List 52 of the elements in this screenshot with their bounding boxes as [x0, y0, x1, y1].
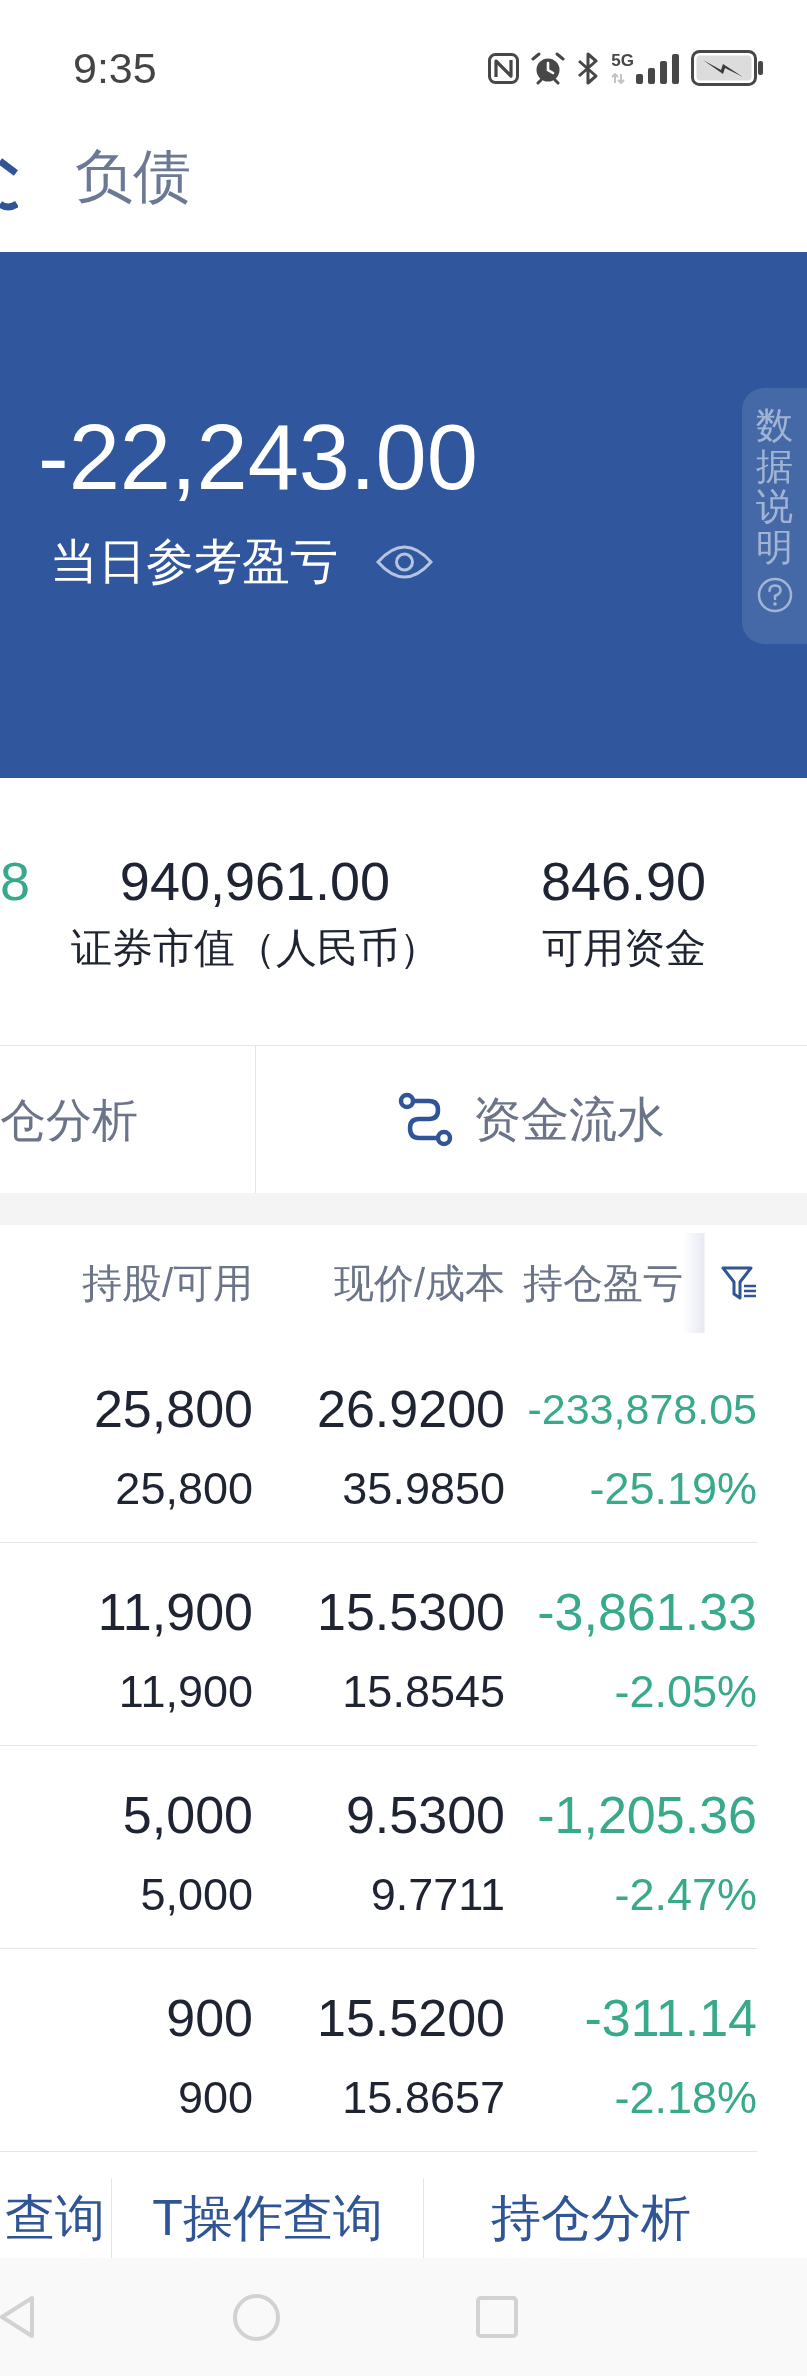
pnl-percent: -25.19%: [589, 1466, 757, 1511]
shares-held: 5,000: [122, 1789, 253, 1841]
shares-held: 25,800: [93, 1383, 253, 1435]
shares-held: 11,900: [97, 1586, 253, 1638]
alarm-icon: [531, 51, 566, 85]
cost-price: 15.8657: [342, 2075, 505, 2120]
back-icon[interactable]: [0, 2295, 35, 2339]
network-type: 5G: [611, 52, 634, 69]
shares-available: 25,800: [115, 1466, 253, 1511]
position-pnl: -233,878.05: [527, 1384, 757, 1435]
action-tab[interactable]: 资金流水: [256, 1046, 807, 1193]
stat-label: 可用资金: [541, 928, 706, 969]
header-tab[interactable]: 负债: [75, 147, 191, 205]
help-icon: [756, 576, 793, 613]
current-price: 26.9200: [317, 1383, 505, 1435]
stat-value: 8: [0, 854, 31, 908]
pnl-percent: -2.47%: [614, 1872, 757, 1917]
shares-available: 5,000: [140, 1872, 253, 1917]
cost-price: 15.8545: [342, 1669, 505, 1714]
pnl-percent: -2.18%: [614, 2075, 757, 2120]
daily-pnl-value: -22,243.00: [38, 411, 478, 503]
daily-pnl-label: 当日参考盈亏: [50, 538, 338, 586]
status-time: 9:35: [73, 46, 157, 90]
stat-label: 证券市值（人民币）: [70, 928, 440, 969]
column-header: 持股/可用: [80, 1262, 253, 1303]
home-icon[interactable]: [233, 2293, 280, 2341]
bluetooth-icon: [577, 51, 600, 85]
bottom-link[interactable]: 持仓分析: [424, 2178, 757, 2258]
current-price: 15.5200: [317, 1992, 505, 2044]
shares-available: 11,900: [118, 1669, 253, 1714]
position-pnl: -311.14: [584, 1992, 757, 2044]
recent-apps-icon[interactable]: [476, 2296, 518, 2338]
column-header: 现价/成本: [332, 1262, 505, 1303]
battery-charging-icon: [691, 50, 764, 86]
data-arrows-icon: [611, 73, 626, 84]
nfc-icon: [488, 52, 520, 84]
cost-price: 9.7711: [370, 1872, 505, 1917]
cost-price: 35.9850: [342, 1466, 505, 1511]
route-icon: [398, 1092, 453, 1147]
current-price: 9.5300: [345, 1789, 505, 1841]
filter-icon: [721, 1264, 757, 1301]
current-price: 15.5300: [317, 1586, 505, 1638]
stat-value: 940,961.00: [119, 854, 391, 908]
stat-value: 846.90: [540, 854, 707, 908]
pnl-percent: -2.05%: [614, 1669, 757, 1714]
shares-available: 900: [177, 2075, 253, 2120]
data-notes-tab[interactable]: 数据说明: [742, 388, 807, 644]
position-pnl: -3,861.33: [537, 1586, 757, 1638]
signal-icon: [636, 54, 679, 84]
column-header: 持仓盈亏: [522, 1262, 683, 1303]
shares-held: 900: [166, 1992, 253, 2044]
position-pnl: -1,205.36: [537, 1789, 757, 1841]
